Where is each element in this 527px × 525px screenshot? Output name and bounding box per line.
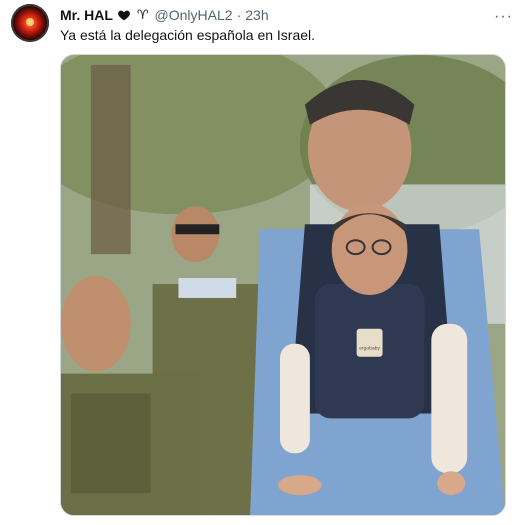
tweet-image[interactable]: ergobaby <box>60 54 506 516</box>
more-icon[interactable]: ··· <box>494 8 513 26</box>
separator-dot: · <box>236 7 242 23</box>
timestamp[interactable]: 23h <box>245 7 268 23</box>
carrier-label: ergobaby <box>359 346 380 352</box>
author-name[interactable]: Mr. HAL <box>60 7 113 23</box>
heart-icon <box>118 10 130 21</box>
tweet[interactable]: Mr. HAL ♈ @OnlyHAL2 · 23h ··· Ya está la… <box>0 0 527 525</box>
tweet-text: Ya está la delegación española en Israel… <box>60 27 316 43</box>
photo-illustration: ergobaby <box>61 55 505 515</box>
avatar[interactable] <box>11 4 49 42</box>
tweet-header: Mr. HAL ♈ @OnlyHAL2 · 23h <box>60 6 269 24</box>
author-handle[interactable]: @OnlyHAL2 <box>155 7 233 23</box>
aries-icon: ♈ <box>136 7 149 22</box>
